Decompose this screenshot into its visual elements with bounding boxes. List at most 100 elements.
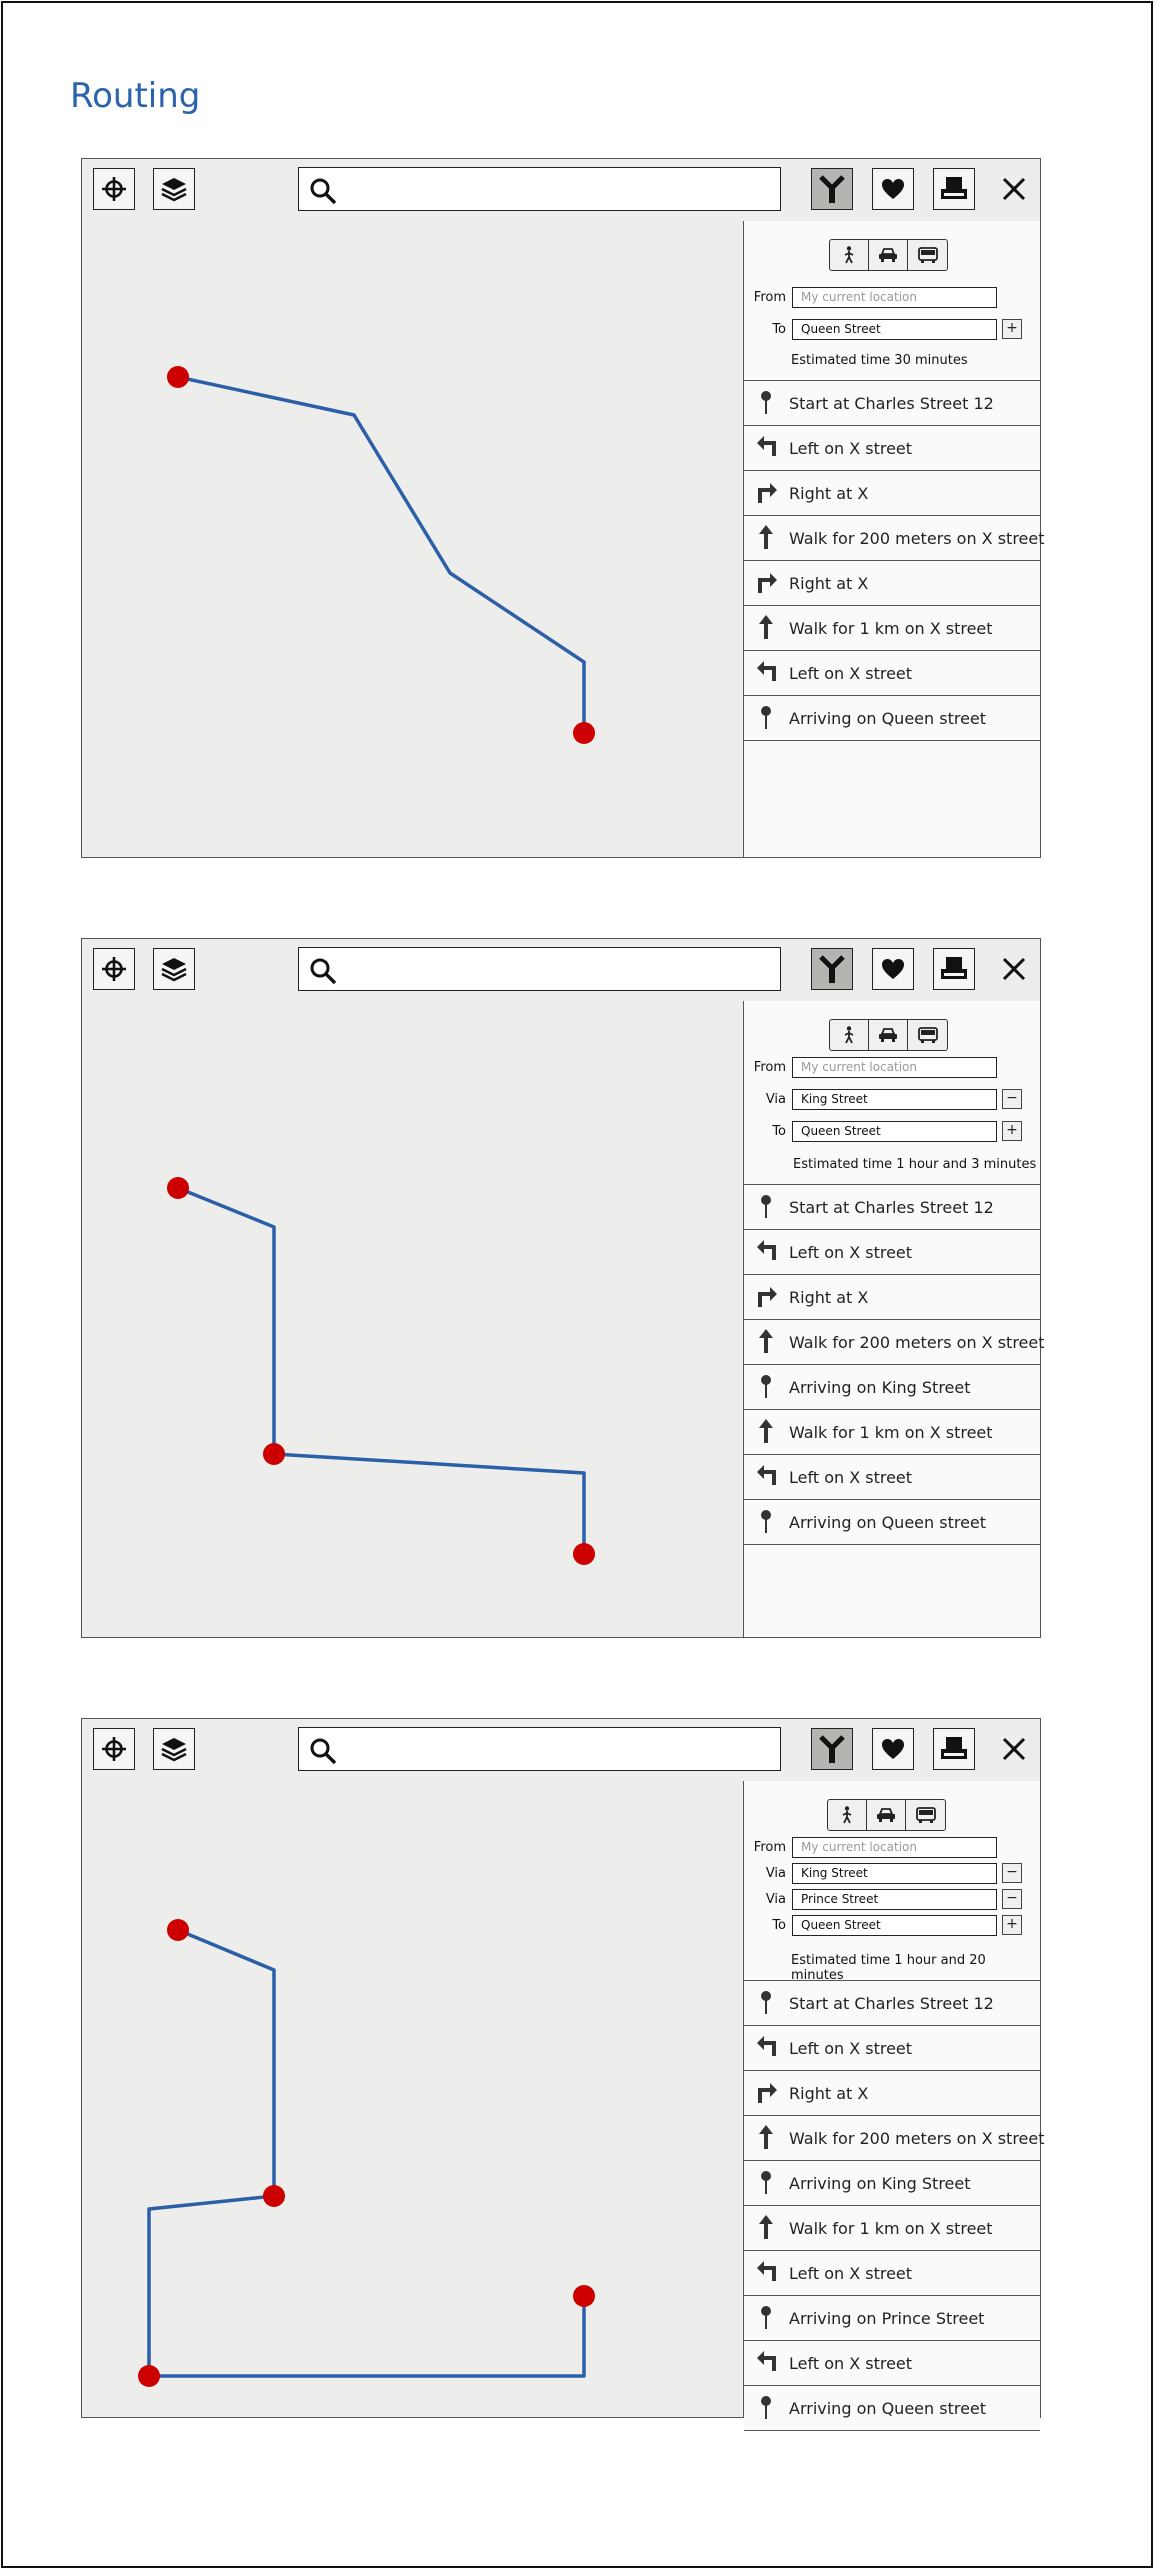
direction-step[interactable]: Start at Charles Street 12 <box>744 1185 1040 1230</box>
search-input[interactable] <box>298 947 781 991</box>
from-field[interactable]: My current location <box>792 1837 997 1858</box>
direction-step[interactable]: Left on X street <box>744 2251 1040 2296</box>
pin-icon <box>754 1508 778 1534</box>
close-button[interactable] <box>998 1733 1030 1765</box>
direction-step[interactable]: Walk for 1 km on X street <box>744 2206 1040 2251</box>
directions-list: Start at Charles Street 12 Left on X stre… <box>744 1980 1045 2431</box>
route-field-row: To Queen Street + <box>744 1121 1040 1143</box>
car-mode-button[interactable] <box>867 1800 906 1830</box>
car-mode-button[interactable] <box>869 240 908 270</box>
locate-button[interactable] <box>93 1728 135 1770</box>
route-button[interactable] <box>811 948 853 990</box>
direction-step[interactable]: Right at X <box>744 1275 1040 1320</box>
car-icon <box>876 1808 896 1822</box>
to-field[interactable]: Queen Street <box>792 1915 997 1936</box>
route-field-label: Via <box>765 1892 786 1907</box>
direction-step[interactable]: Start at Charles Street 12 <box>744 381 1040 426</box>
car-mode-button[interactable] <box>869 1020 908 1050</box>
via-field[interactable]: King Street <box>792 1089 997 1110</box>
directions-list: Start at Charles Street 12 Left on X stre… <box>744 1184 1045 1545</box>
route-marker[interactable] <box>138 2365 160 2387</box>
map-view[interactable] <box>82 221 743 857</box>
map-view[interactable] <box>82 1781 743 2417</box>
direction-step[interactable]: Arriving on Queen street <box>744 2386 1040 2431</box>
turn-left-icon <box>754 2349 778 2375</box>
direction-step[interactable]: Arriving on Queen street <box>744 1500 1040 1545</box>
bus-mode-button[interactable] <box>906 1800 945 1830</box>
locate-button[interactable] <box>93 948 135 990</box>
route-marker[interactable] <box>167 1919 189 1941</box>
route-field-row: Via King Street − <box>744 1863 1040 1885</box>
route-marker[interactable] <box>573 1543 595 1565</box>
route-marker[interactable] <box>263 1443 285 1465</box>
direction-step[interactable]: Walk for 200 meters on X street <box>744 2116 1045 2161</box>
route-marker[interactable] <box>167 366 189 388</box>
to-field[interactable]: Queen Street <box>792 319 997 340</box>
print-button[interactable] <box>933 948 975 990</box>
layers-icon <box>160 176 188 202</box>
remove-stop-button[interactable]: − <box>1002 1089 1022 1109</box>
bus-mode-button[interactable] <box>908 240 947 270</box>
route-button[interactable] <box>811 168 853 210</box>
bus-mode-button[interactable] <box>908 1020 947 1050</box>
direction-step[interactable]: Walk for 1 km on X street <box>744 606 1040 651</box>
direction-step[interactable]: Arriving on King Street <box>744 1365 1040 1410</box>
via-field[interactable]: King Street <box>792 1863 997 1884</box>
search-input[interactable] <box>298 167 781 211</box>
direction-step[interactable]: Left on X street <box>744 426 1040 471</box>
route-marker[interactable] <box>573 2285 595 2307</box>
bus-icon <box>917 247 938 263</box>
remove-stop-button[interactable]: − <box>1002 1889 1022 1909</box>
favorites-button[interactable] <box>872 948 914 990</box>
direction-step[interactable]: Left on X street <box>744 651 1040 696</box>
locate-button[interactable] <box>93 168 135 210</box>
direction-step-text: Start at Charles Street 12 <box>789 1994 994 2013</box>
direction-step[interactable]: Left on X street <box>744 2026 1040 2071</box>
remove-stop-button[interactable]: − <box>1002 1863 1022 1883</box>
direction-step[interactable]: Arriving on Queen street <box>744 696 1040 741</box>
direction-step[interactable]: Left on X street <box>744 2341 1040 2386</box>
direction-step[interactable]: Walk for 200 meters on X street <box>744 516 1045 561</box>
walk-mode-button[interactable] <box>830 1020 869 1050</box>
direction-step[interactable]: Walk for 1 km on X street <box>744 1410 1040 1455</box>
map-view[interactable] <box>82 1001 743 1637</box>
print-button[interactable] <box>933 1728 975 1770</box>
estimated-time: Estimated time 1 hour and 20 minutes <box>791 1953 986 1983</box>
close-button[interactable] <box>998 953 1030 985</box>
add-stop-button[interactable]: + <box>1002 1121 1022 1141</box>
from-field[interactable]: My current location <box>792 287 997 308</box>
route-marker[interactable] <box>263 2185 285 2207</box>
direction-step[interactable]: Right at X <box>744 2071 1040 2116</box>
route-button[interactable] <box>811 1728 853 1770</box>
direction-step-text: Left on X street <box>789 664 913 683</box>
from-field[interactable]: My current location <box>792 1057 997 1078</box>
route-marker[interactable] <box>573 722 595 744</box>
direction-step[interactable]: Arriving on Prince Street <box>744 2296 1040 2341</box>
layers-button[interactable] <box>153 948 195 990</box>
direction-step[interactable]: Left on X street <box>744 1455 1040 1500</box>
direction-step[interactable]: Left on X street <box>744 1230 1040 1275</box>
favorites-button[interactable] <box>872 1728 914 1770</box>
direction-step-text: Walk for 200 meters on X street <box>789 529 1045 548</box>
close-button[interactable] <box>998 173 1030 205</box>
direction-step[interactable]: Walk for 200 meters on X street <box>744 1320 1045 1365</box>
print-button[interactable] <box>933 168 975 210</box>
direction-step[interactable]: Right at X <box>744 471 1040 516</box>
direction-step[interactable]: Right at X <box>744 561 1040 606</box>
route-marker[interactable] <box>167 1177 189 1199</box>
layers-button[interactable] <box>153 168 195 210</box>
walk-mode-button[interactable] <box>828 1800 867 1830</box>
via-field[interactable]: Prince Street <box>792 1889 997 1910</box>
add-stop-button[interactable]: + <box>1002 1915 1022 1935</box>
add-stop-button[interactable]: + <box>1002 319 1022 339</box>
favorites-button[interactable] <box>872 168 914 210</box>
route-field-row: From My current location <box>744 1837 1040 1859</box>
arrow-up-icon <box>754 524 778 550</box>
direction-step[interactable]: Arriving on King Street <box>744 2161 1040 2206</box>
direction-step-text: Walk for 1 km on X street <box>789 1423 993 1442</box>
search-input[interactable] <box>298 1727 781 1771</box>
to-field[interactable]: Queen Street <box>792 1121 997 1142</box>
direction-step[interactable]: Start at Charles Street 12 <box>744 1981 1040 2026</box>
layers-button[interactable] <box>153 1728 195 1770</box>
walk-mode-button[interactable] <box>830 240 869 270</box>
